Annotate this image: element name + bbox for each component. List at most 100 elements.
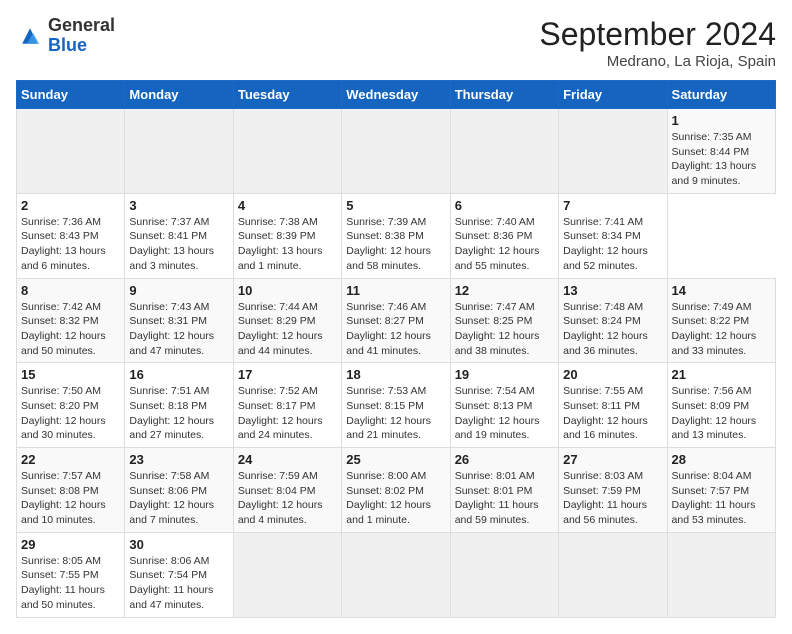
day-info: Sunrise: 7:57 AMSunset: 8:08 PMDaylight:… <box>21 469 120 528</box>
day-number: 12 <box>455 283 554 298</box>
empty-cell <box>233 532 341 617</box>
day-info: Sunrise: 7:50 AMSunset: 8:20 PMDaylight:… <box>21 384 120 443</box>
calendar-day-cell: 28 Sunrise: 8:04 AMSunset: 7:57 PMDayligh… <box>667 448 775 533</box>
calendar-day-cell: 30Sunrise: 8:06 AMSunset: 7:54 PMDayligh… <box>125 532 233 617</box>
day-number: 4 <box>238 198 337 213</box>
day-number: 29 <box>21 537 120 552</box>
day-info: Sunrise: 7:48 AMSunset: 8:24 PMDaylight:… <box>563 300 662 359</box>
day-number: 17 <box>238 367 337 382</box>
calendar-day-cell: 2 Sunrise: 7:36 AMSunset: 8:43 PMDaylight… <box>17 193 125 278</box>
day-info: Sunrise: 7:42 AMSunset: 8:32 PMDaylight:… <box>21 300 120 359</box>
calendar-week-row: 15 Sunrise: 7:50 AMSunset: 8:20 PMDayligh… <box>17 363 776 448</box>
day-info: Sunrise: 7:38 AMSunset: 8:39 PMDaylight:… <box>238 215 337 274</box>
calendar-week-row: 29Sunrise: 8:05 AMSunset: 7:55 PMDayligh… <box>17 532 776 617</box>
day-info: Sunrise: 8:04 AMSunset: 7:57 PMDaylight:… <box>672 469 771 528</box>
day-info: Sunrise: 7:47 AMSunset: 8:25 PMDaylight:… <box>455 300 554 359</box>
day-header-saturday: Saturday <box>667 81 775 109</box>
day-header-monday: Monday <box>125 81 233 109</box>
day-info: Sunrise: 7:39 AMSunset: 8:38 PMDaylight:… <box>346 215 445 274</box>
calendar-week-row: 1 Sunrise: 7:35 AMSunset: 8:44 PMDaylight… <box>17 109 776 194</box>
empty-cell <box>342 109 450 194</box>
empty-cell <box>559 532 667 617</box>
day-number: 1 <box>672 113 771 128</box>
logo-icon <box>16 22 44 50</box>
calendar-day-cell: 24 Sunrise: 7:59 AMSunset: 8:04 PMDayligh… <box>233 448 341 533</box>
calendar-day-cell: 3Sunrise: 7:37 AMSunset: 8:41 PMDaylight… <box>125 193 233 278</box>
calendar-day-cell: 15 Sunrise: 7:50 AMSunset: 8:20 PMDayligh… <box>17 363 125 448</box>
day-number: 6 <box>455 198 554 213</box>
logo-text: General Blue <box>48 16 115 56</box>
calendar-day-cell: 27Sunrise: 8:03 AMSunset: 7:59 PMDayligh… <box>559 448 667 533</box>
day-number: 2 <box>21 198 120 213</box>
calendar-day-cell: 20Sunrise: 7:55 AMSunset: 8:11 PMDayligh… <box>559 363 667 448</box>
calendar-day-cell: 7 Sunrise: 7:41 AMSunset: 8:34 PMDaylight… <box>559 193 667 278</box>
page-header: General Blue September 2024 Medrano, La … <box>16 16 776 70</box>
calendar-week-row: 2 Sunrise: 7:36 AMSunset: 8:43 PMDaylight… <box>17 193 776 278</box>
day-header-wednesday: Wednesday <box>342 81 450 109</box>
calendar-week-row: 22 Sunrise: 7:57 AMSunset: 8:08 PMDayligh… <box>17 448 776 533</box>
day-number: 11 <box>346 283 445 298</box>
empty-cell <box>450 532 558 617</box>
day-number: 5 <box>346 198 445 213</box>
location: Medrano, La Rioja, Spain <box>539 53 776 70</box>
calendar-week-row: 8 Sunrise: 7:42 AMSunset: 8:32 PMDaylight… <box>17 278 776 363</box>
day-info: Sunrise: 7:51 AMSunset: 8:18 PMDaylight:… <box>129 384 228 443</box>
calendar-day-cell: 23 Sunrise: 7:58 AMSunset: 8:06 PMDayligh… <box>125 448 233 533</box>
day-number: 21 <box>672 367 771 382</box>
calendar-day-cell: 26Sunrise: 8:01 AMSunset: 8:01 PMDayligh… <box>450 448 558 533</box>
day-header-thursday: Thursday <box>450 81 558 109</box>
day-number: 19 <box>455 367 554 382</box>
day-info: Sunrise: 7:53 AMSunset: 8:15 PMDaylight:… <box>346 384 445 443</box>
empty-cell <box>450 109 558 194</box>
day-info: Sunrise: 7:49 AMSunset: 8:22 PMDaylight:… <box>672 300 771 359</box>
calendar-day-cell: 13 Sunrise: 7:48 AMSunset: 8:24 PMDayligh… <box>559 278 667 363</box>
calendar-day-cell: 16 Sunrise: 7:51 AMSunset: 8:18 PMDayligh… <box>125 363 233 448</box>
day-info: Sunrise: 8:01 AMSunset: 8:01 PMDaylight:… <box>455 469 554 528</box>
day-number: 3 <box>129 198 228 213</box>
day-number: 30 <box>129 537 228 552</box>
empty-cell <box>233 109 341 194</box>
day-number: 9 <box>129 283 228 298</box>
calendar-day-cell: 17 Sunrise: 7:52 AMSunset: 8:17 PMDayligh… <box>233 363 341 448</box>
logo-general: General <box>48 15 115 35</box>
day-number: 16 <box>129 367 228 382</box>
day-header-tuesday: Tuesday <box>233 81 341 109</box>
day-info: Sunrise: 7:54 AMSunset: 8:13 PMDaylight:… <box>455 384 554 443</box>
day-info: Sunrise: 7:43 AMSunset: 8:31 PMDaylight:… <box>129 300 228 359</box>
day-info: Sunrise: 7:52 AMSunset: 8:17 PMDaylight:… <box>238 384 337 443</box>
day-number: 22 <box>21 452 120 467</box>
day-number: 28 <box>672 452 771 467</box>
day-number: 24 <box>238 452 337 467</box>
day-info: Sunrise: 7:58 AMSunset: 8:06 PMDaylight:… <box>129 469 228 528</box>
calendar-day-cell: 29Sunrise: 8:05 AMSunset: 7:55 PMDayligh… <box>17 532 125 617</box>
day-number: 23 <box>129 452 228 467</box>
calendar-day-cell: 12 Sunrise: 7:47 AMSunset: 8:25 PMDayligh… <box>450 278 558 363</box>
calendar-day-cell: 21 Sunrise: 7:56 AMSunset: 8:09 PMDayligh… <box>667 363 775 448</box>
calendar-day-cell: 6 Sunrise: 7:40 AMSunset: 8:36 PMDaylight… <box>450 193 558 278</box>
calendar-day-cell: 4 Sunrise: 7:38 AMSunset: 8:39 PMDaylight… <box>233 193 341 278</box>
day-info: Sunrise: 7:41 AMSunset: 8:34 PMDaylight:… <box>563 215 662 274</box>
day-header-friday: Friday <box>559 81 667 109</box>
calendar-day-cell: 22 Sunrise: 7:57 AMSunset: 8:08 PMDayligh… <box>17 448 125 533</box>
day-number: 13 <box>563 283 662 298</box>
day-number: 20 <box>563 367 662 382</box>
day-number: 18 <box>346 367 445 382</box>
day-number: 8 <box>21 283 120 298</box>
day-info: Sunrise: 7:40 AMSunset: 8:36 PMDaylight:… <box>455 215 554 274</box>
day-number: 7 <box>563 198 662 213</box>
calendar-day-cell: 19 Sunrise: 7:54 AMSunset: 8:13 PMDayligh… <box>450 363 558 448</box>
calendar-day-cell: 8 Sunrise: 7:42 AMSunset: 8:32 PMDaylight… <box>17 278 125 363</box>
day-info: Sunrise: 7:35 AMSunset: 8:44 PMDaylight:… <box>672 130 771 189</box>
day-info: Sunrise: 8:03 AMSunset: 7:59 PMDaylight:… <box>563 469 662 528</box>
calendar-table: SundayMondayTuesdayWednesdayThursdayFrid… <box>16 80 776 618</box>
day-info: Sunrise: 7:56 AMSunset: 8:09 PMDaylight:… <box>672 384 771 443</box>
day-number: 14 <box>672 283 771 298</box>
calendar-day-cell: 11Sunrise: 7:46 AMSunset: 8:27 PMDayligh… <box>342 278 450 363</box>
empty-cell <box>17 109 125 194</box>
calendar-day-cell: 10Sunrise: 7:44 AMSunset: 8:29 PMDayligh… <box>233 278 341 363</box>
day-info: Sunrise: 7:59 AMSunset: 8:04 PMDaylight:… <box>238 469 337 528</box>
day-info: Sunrise: 7:36 AMSunset: 8:43 PMDaylight:… <box>21 215 120 274</box>
empty-cell <box>667 532 775 617</box>
logo: General Blue <box>16 16 115 56</box>
day-number: 15 <box>21 367 120 382</box>
